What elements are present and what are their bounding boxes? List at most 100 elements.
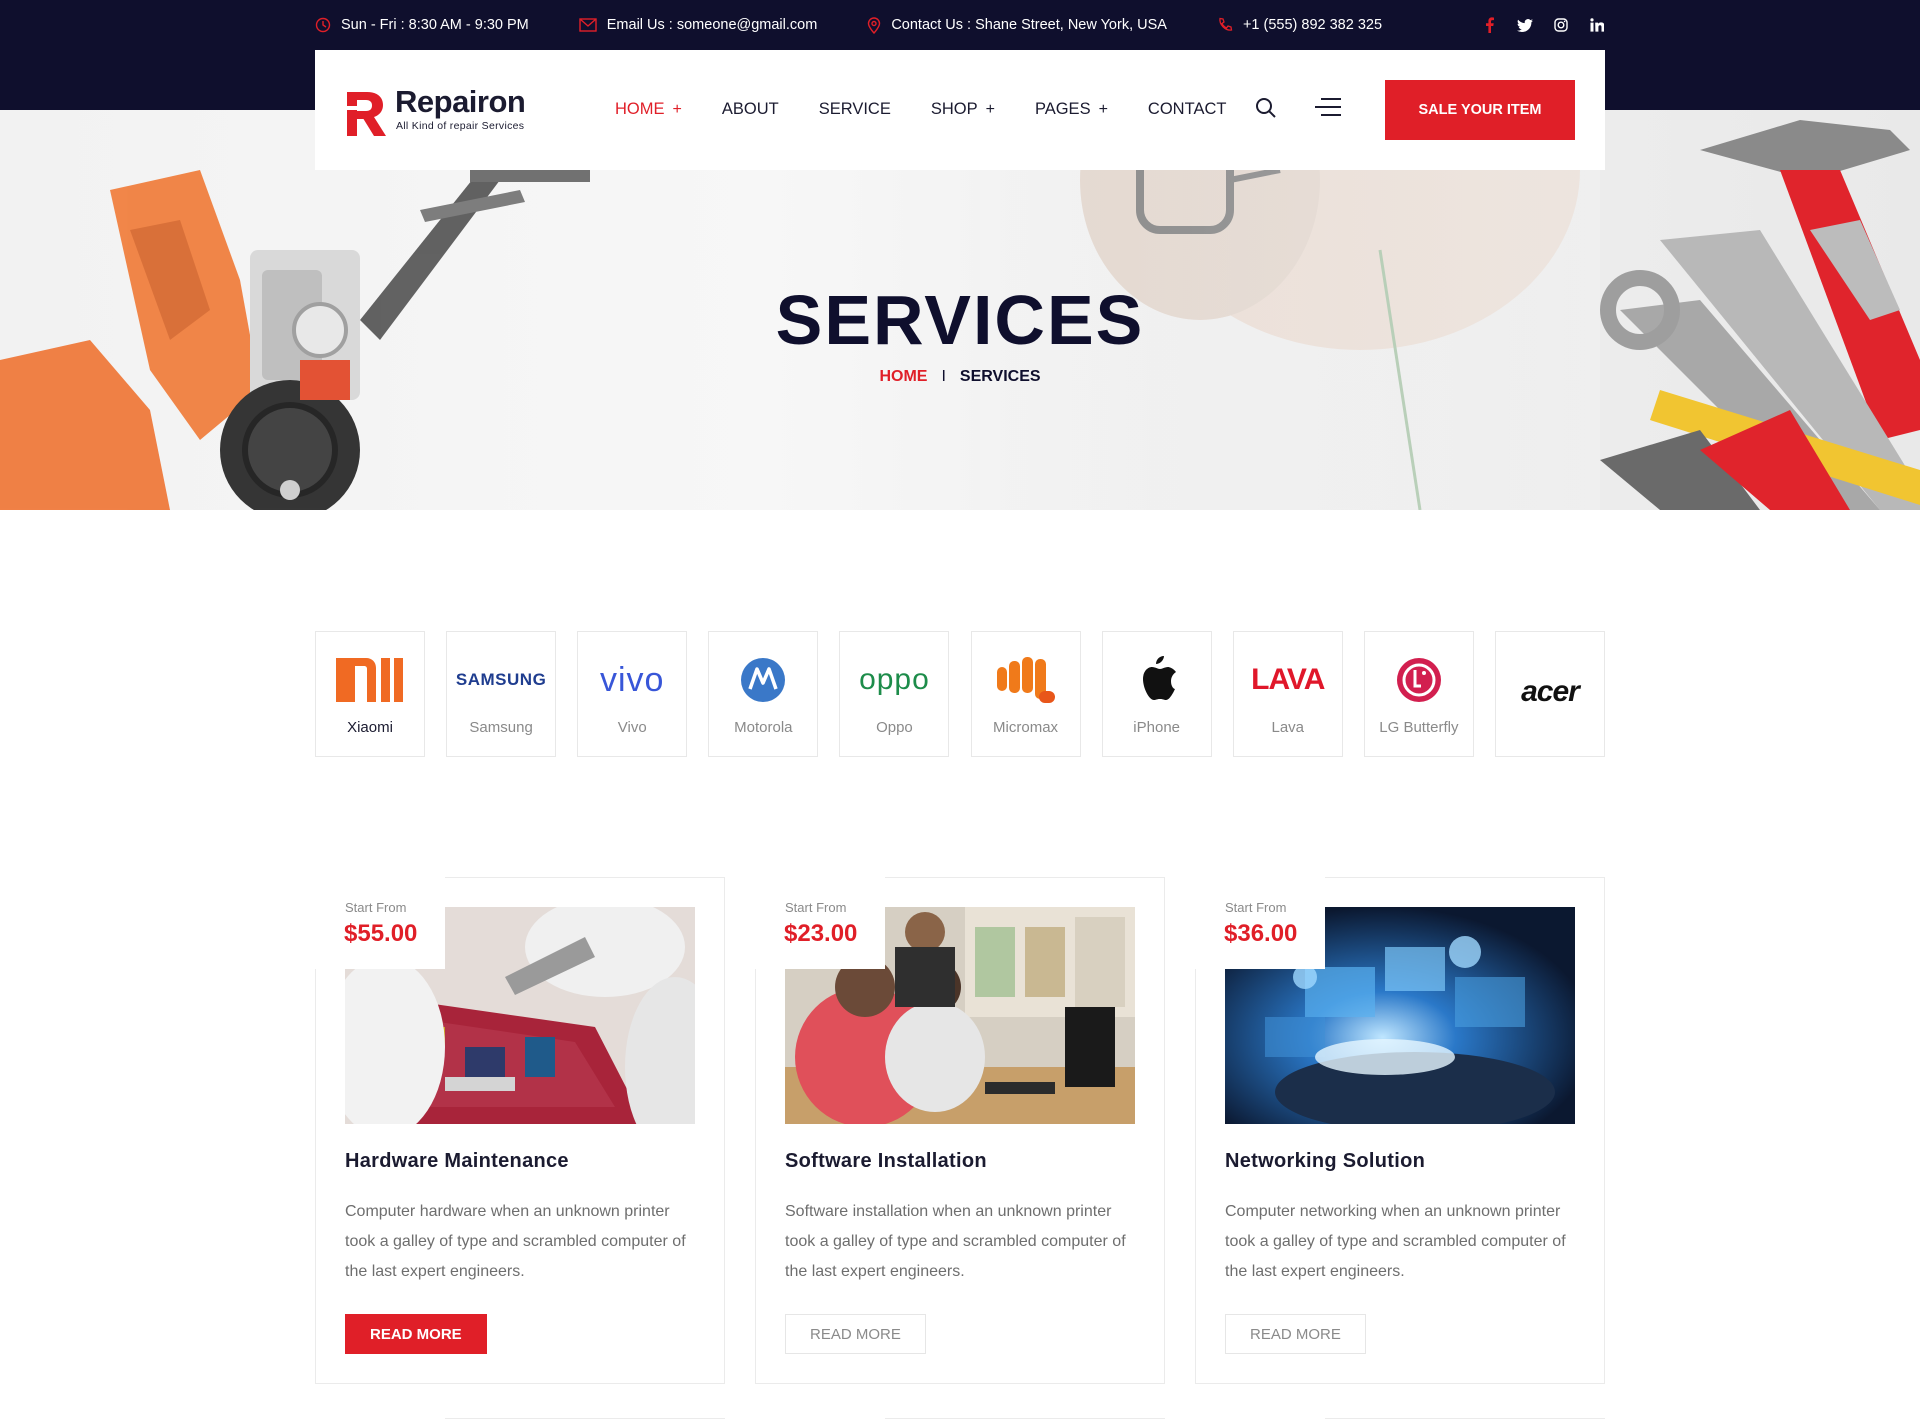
service-description: Software installation when an unknown pr… bbox=[785, 1203, 1126, 1280]
acer-logo-icon: acer bbox=[1496, 662, 1604, 722]
brand-name: Micromax bbox=[993, 719, 1059, 736]
oppo-logo-icon: oppo bbox=[840, 650, 948, 710]
service-cards: Start From $55.00 Hardware Maintenance C… bbox=[315, 877, 1605, 1384]
samsung-logo-text: SAMSUNG bbox=[455, 670, 547, 689]
page-title: SERVICES bbox=[775, 281, 1145, 359]
price-prefix: Start From bbox=[345, 900, 407, 915]
social-links bbox=[1481, 17, 1605, 33]
service-price: $36.00 bbox=[1224, 920, 1298, 947]
read-more-button[interactable]: READ MORE bbox=[345, 1314, 487, 1354]
nav-pages[interactable]: PAGES + bbox=[1035, 100, 1108, 119]
site-logo[interactable]: Repairon All Kind of repair Services bbox=[345, 84, 545, 136]
nav-pages-label: PAGES bbox=[1034, 100, 1091, 118]
logo-wordmark: Repairon bbox=[395, 84, 526, 119]
micromax-logo-icon bbox=[972, 650, 1080, 710]
location-pin-icon bbox=[868, 16, 881, 34]
brand-xiaomi[interactable]: Xiaomi bbox=[315, 631, 425, 757]
brand-vivo[interactable]: vivo Vivo bbox=[577, 631, 688, 757]
brand-samsung[interactable]: SAMSUNG Samsung bbox=[446, 631, 557, 757]
breadcrumb-home[interactable]: HOME bbox=[879, 368, 927, 385]
nav-about-label: ABOUT bbox=[721, 100, 779, 118]
vivo-logo-icon: vivo bbox=[578, 650, 686, 710]
price-prefix: Start From bbox=[1225, 900, 1287, 915]
nav-shop-plus: + bbox=[985, 100, 995, 118]
brand-name: Samsung bbox=[469, 719, 533, 736]
brand-acer[interactable]: acer bbox=[1494, 631, 1605, 757]
site-header: Repairon All Kind of repair Services HOM… bbox=[315, 50, 1605, 170]
apple-logo-icon bbox=[1103, 650, 1211, 710]
nav-service-label: SERVICE bbox=[818, 100, 891, 118]
brand-name: iPhone bbox=[1133, 719, 1181, 736]
phone-info[interactable]: +1 (555) 892 382 325 bbox=[1217, 17, 1382, 33]
phone-icon bbox=[1219, 17, 1233, 31]
phone-text: +1 (555) 892 382 325 bbox=[1242, 17, 1383, 33]
lava-logo-icon: LAVA bbox=[1234, 650, 1342, 710]
lava-logo-text: LAVA bbox=[1251, 663, 1325, 696]
top-info: Sun - Fri : 8:30 AM - 9:30 PM Email Us :… bbox=[315, 14, 1605, 36]
service-description: Computer networking when an unknown prin… bbox=[1225, 1203, 1566, 1280]
brand-name: LG Butterfly bbox=[1379, 719, 1459, 736]
service-card: Start From $23.00 Software Installation … bbox=[755, 877, 1165, 1384]
main-nav: HOME + ABOUT SERVICE SHOP + PAGES + CONTACT bbox=[615, 100, 1266, 119]
service-card: Start From $36.00 Networking Solution Co… bbox=[1195, 877, 1605, 1384]
brand-motorola[interactable]: Motorola bbox=[708, 631, 819, 757]
samsung-logo-icon: SAMSUNG bbox=[447, 650, 555, 710]
service-price: $23.00 bbox=[784, 920, 858, 947]
logo-tagline: All Kind of repair Services bbox=[396, 120, 525, 132]
breadcrumb: HOME I SERVICES bbox=[0, 368, 1920, 386]
nav-contact-label: CONTACT bbox=[1147, 100, 1227, 118]
nav-shop-label: SHOP bbox=[930, 100, 978, 118]
brand-name: Vivo bbox=[617, 719, 647, 736]
sale-your-item-button[interactable]: SALE YOUR ITEM bbox=[1385, 80, 1575, 140]
brand-lg[interactable]: LG Butterfly bbox=[1363, 631, 1474, 757]
linkedin-icon[interactable] bbox=[1589, 17, 1605, 33]
lg-logo-icon bbox=[1365, 650, 1473, 710]
service-card: Start From $55.00 Hardware Maintenance C… bbox=[315, 877, 725, 1384]
read-more-button[interactable]: READ MORE bbox=[1225, 1314, 1366, 1354]
brand-micromax[interactable]: Micromax bbox=[970, 631, 1081, 757]
page-hero: SERVICES HOME I SERVICES bbox=[0, 110, 1920, 510]
clock-icon bbox=[315, 17, 331, 33]
instagram-icon[interactable] bbox=[1553, 17, 1569, 33]
nav-home[interactable]: HOME + bbox=[615, 100, 682, 119]
nav-about[interactable]: ABOUT bbox=[722, 100, 779, 119]
service-price: $55.00 bbox=[344, 920, 418, 947]
nav-home-label: HOME bbox=[615, 100, 665, 118]
brand-lava[interactable]: LAVA Lava bbox=[1232, 631, 1343, 757]
price-prefix: Start From bbox=[785, 900, 847, 915]
hours-info: Sun - Fri : 8:30 AM - 9:30 PM bbox=[315, 17, 529, 33]
menu-icon[interactable] bbox=[1315, 97, 1341, 117]
read-more-button[interactable]: READ MORE bbox=[785, 1314, 926, 1354]
email-info[interactable]: Email Us : someone@gmail.com bbox=[579, 17, 818, 33]
brand-list: Xiaomi SAMSUNG Samsung vivo Vivo Motorol… bbox=[315, 631, 1605, 757]
address-text: Contact Us : Shane Street, New York, USA bbox=[891, 17, 1167, 33]
brand-name: Oppo bbox=[876, 719, 913, 736]
nav-shop[interactable]: SHOP + bbox=[931, 100, 995, 119]
facebook-icon[interactable] bbox=[1481, 17, 1497, 33]
brand-iphone[interactable]: iPhone bbox=[1101, 631, 1212, 757]
email-text: Email Us : someone@gmail.com bbox=[606, 17, 818, 33]
mail-icon bbox=[579, 18, 597, 32]
brand-name: Lava bbox=[1271, 719, 1305, 736]
service-title[interactable]: Networking Solution bbox=[1225, 1150, 1425, 1173]
motorola-logo-icon bbox=[709, 650, 817, 710]
xiaomi-logo-icon bbox=[316, 650, 424, 710]
twitter-icon[interactable] bbox=[1517, 17, 1533, 33]
service-title[interactable]: Hardware Maintenance bbox=[345, 1150, 569, 1173]
vivo-logo-text: vivo bbox=[599, 660, 665, 699]
hours-text: Sun - Fri : 8:30 AM - 9:30 PM bbox=[341, 17, 529, 33]
search-icon[interactable] bbox=[1255, 97, 1277, 119]
breadcrumb-separator: I bbox=[941, 368, 946, 385]
nav-service[interactable]: SERVICE bbox=[819, 100, 891, 119]
address-info: Contact Us : Shane Street, New York, USA bbox=[867, 16, 1167, 34]
service-title[interactable]: Software Installation bbox=[785, 1150, 987, 1173]
header-icons bbox=[1255, 97, 1341, 119]
brand-name: Motorola bbox=[734, 719, 793, 736]
nav-contact[interactable]: CONTACT bbox=[1148, 100, 1227, 119]
oppo-logo-text: oppo bbox=[859, 663, 930, 696]
acer-logo-text: acer bbox=[1521, 675, 1580, 708]
service-description: Computer hardware when an unknown printe… bbox=[345, 1203, 686, 1280]
nav-pages-plus: + bbox=[1098, 100, 1108, 118]
brand-oppo[interactable]: oppo Oppo bbox=[839, 631, 950, 757]
brand-name: Xiaomi bbox=[347, 719, 393, 736]
